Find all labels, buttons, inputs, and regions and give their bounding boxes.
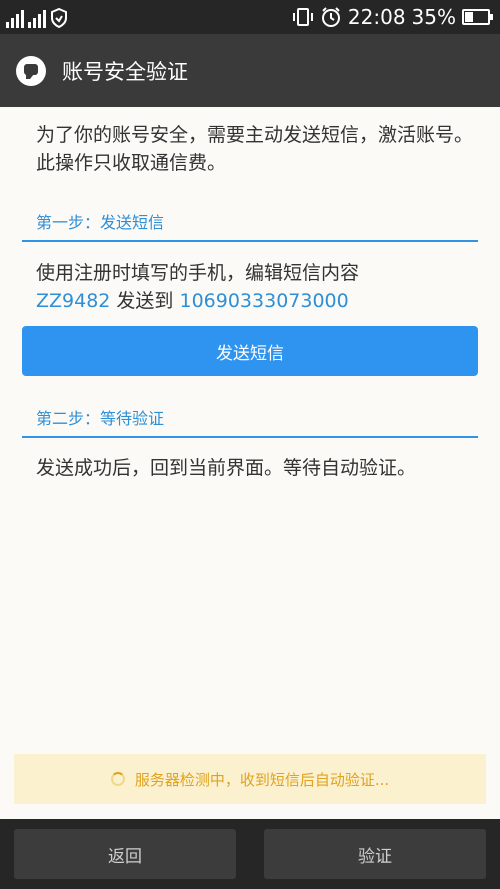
step1-instruction-text: 使用注册时填写的手机，编辑短信内容 [36,262,360,284]
battery-icon [462,9,493,25]
bottom-action-bar: 返回 验证 [0,819,500,889]
shield-icon [51,8,67,28]
vibrate-icon [292,8,313,26]
page-title: 账号安全验证 [62,59,188,84]
send-sms-button[interactable]: 发送短信 [22,326,478,376]
clock-time: 22:08 [347,5,406,29]
verify-button[interactable]: 验证 [264,829,486,879]
notice-text: 服务器检测中，收到短信后自动验证... [134,770,390,789]
step1-divider [22,240,478,242]
step2-divider [22,436,478,438]
send-to-label: 发送到 [110,290,180,312]
battery-fill [465,12,473,22]
back-button[interactable]: 返回 [14,829,236,879]
battery-percentage: 35% [411,5,456,29]
loading-spinner-icon [110,772,125,786]
title-bar: 账号安全验证 [0,34,500,107]
sms-code: ZZ9482 [36,290,111,312]
status-left [6,6,68,28]
sms-target-number: 10690333073000 [179,290,349,312]
step2-title: 第二步：等待验证 [36,409,165,428]
intro-text: 为了你的账号安全，需要主动发送短信，激活账号。此操作只收取通信费。 [36,124,474,174]
alarm-clock-icon [321,7,340,27]
signal-strength-icon-2 [28,10,46,28]
step2-text: 发送成功后，回到当前界面。等待自动验证。 [36,457,417,479]
status-bar: 22:08 35% [0,0,500,34]
verification-status-notice: 服务器检测中，收到短信后自动验证... [14,754,486,804]
signal-strength-icon-1 [6,10,24,28]
step1-title: 第一步：发送短信 [36,213,165,232]
status-right: 22:08 35% [292,4,493,30]
app-logo-icon [16,55,46,86]
step1-instruction: 使用注册时填写的手机，编辑短信内容 ZZ9482 发送到 10690333073… [36,259,476,315]
